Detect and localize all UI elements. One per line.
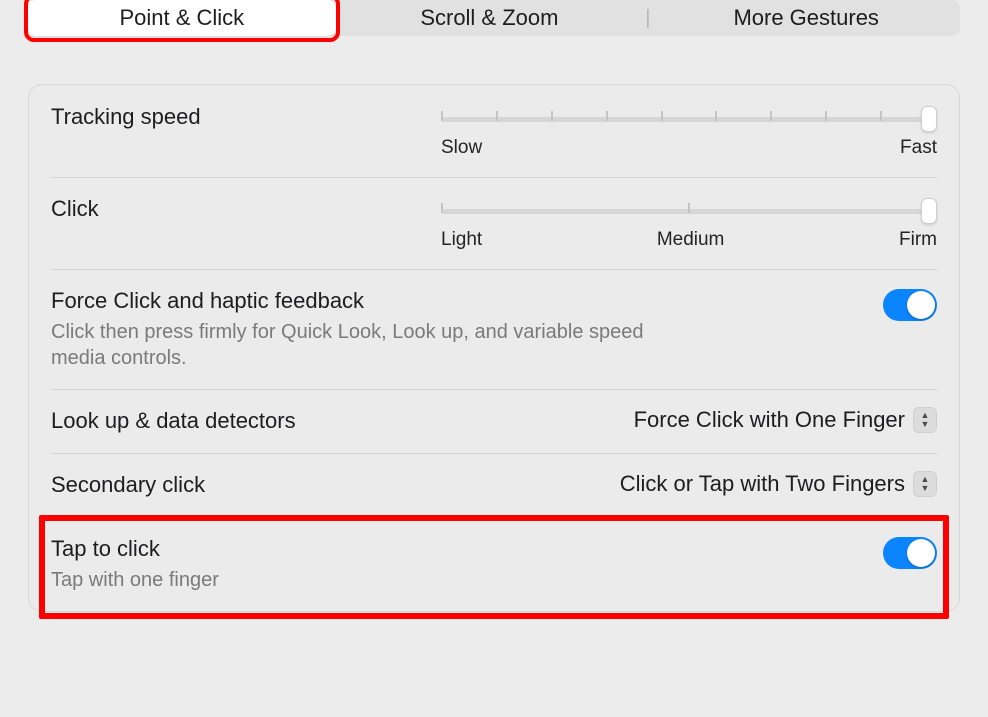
tracking-speed-slider[interactable] — [441, 107, 937, 131]
slider-max-label: Firm — [899, 229, 937, 251]
settings-panel: Tracking speed Slow Fast Click — [28, 84, 960, 612]
row-secondary-click: Secondary click Click or Tap with Two Fi… — [29, 453, 959, 517]
lookup-select[interactable]: Force Click with One Finger ▲▼ — [634, 407, 937, 433]
tap-to-click-toggle[interactable] — [883, 537, 937, 569]
force-click-desc: Click then press firmly for Quick Look, … — [51, 319, 691, 371]
row-click: Click Light Medium Firm — [29, 177, 959, 269]
slider-min-label: Light — [441, 229, 482, 251]
slider-ticks — [441, 111, 937, 121]
toggle-knob — [907, 291, 935, 319]
toggle-knob — [907, 539, 935, 567]
row-tap-to-click: Tap to click Tap with one finger — [29, 517, 959, 611]
tab-scroll-and-zoom[interactable]: Scroll & Zoom — [336, 0, 644, 36]
lookup-label: Look up & data detectors — [51, 407, 425, 435]
tab-separator: | — [643, 0, 652, 36]
tab-more-gestures[interactable]: More Gestures — [652, 0, 960, 36]
tab-label: Point & Click — [119, 5, 244, 31]
tracking-speed-label: Tracking speed — [51, 103, 425, 131]
click-slider[interactable] — [441, 199, 937, 223]
row-tracking-speed: Tracking speed Slow Fast — [29, 85, 959, 177]
secondary-click-label: Secondary click — [51, 471, 425, 499]
secondary-click-select[interactable]: Click or Tap with Two Fingers ▲▼ — [620, 471, 937, 497]
tab-point-and-click[interactable]: Point & Click — [28, 0, 336, 36]
tap-to-click-label: Tap to click — [51, 535, 867, 563]
tab-bar: Point & Click Scroll & Zoom | More Gestu… — [28, 0, 960, 36]
tab-label: More Gestures — [733, 5, 879, 31]
tap-to-click-desc: Tap with one finger — [51, 567, 691, 593]
click-label: Click — [51, 195, 425, 223]
force-click-toggle[interactable] — [883, 289, 937, 321]
slider-max-label: Fast — [900, 137, 937, 159]
updown-icon: ▲▼ — [913, 407, 937, 433]
secondary-click-value: Click or Tap with Two Fingers — [620, 471, 905, 497]
row-force-click: Force Click and haptic feedback Click th… — [29, 269, 959, 389]
slider-mid-label: Medium — [657, 229, 725, 251]
lookup-value: Force Click with One Finger — [634, 407, 905, 433]
slider-knob[interactable] — [921, 106, 937, 132]
row-lookup: Look up & data detectors Force Click wit… — [29, 389, 959, 453]
tab-label: Scroll & Zoom — [420, 5, 558, 31]
slider-knob[interactable] — [921, 198, 937, 224]
slider-min-label: Slow — [441, 137, 482, 159]
slider-ticks — [441, 203, 937, 213]
force-click-label: Force Click and haptic feedback — [51, 287, 867, 315]
updown-icon: ▲▼ — [913, 471, 937, 497]
